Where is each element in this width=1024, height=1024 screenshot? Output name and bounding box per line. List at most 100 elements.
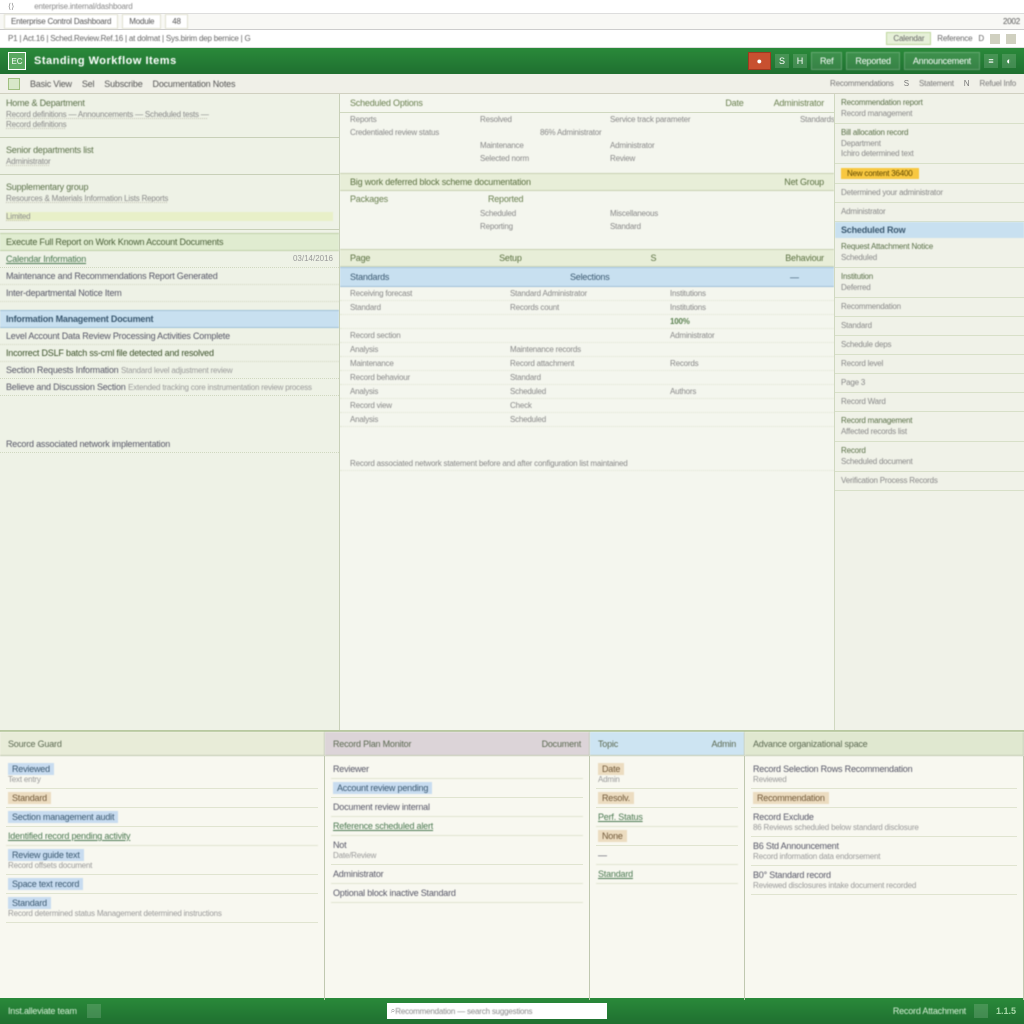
bg-row-link[interactable]: Identified record pending activity [6, 827, 318, 846]
bg-row[interactable]: B0° Standard recordReviewed disclosures … [751, 866, 1017, 895]
bg-row-link[interactable]: Reference scheduled alert [331, 817, 583, 836]
bg-row[interactable]: ReviewedText entry [6, 760, 318, 789]
bg-row[interactable]: — [596, 846, 738, 865]
footer-icon-2[interactable] [974, 1004, 988, 1018]
rp-item-label[interactable]: Record [841, 446, 1018, 455]
detail-row[interactable]: Analysis Scheduled [340, 413, 834, 427]
user-icon[interactable]: ◐ [1002, 54, 1016, 68]
footer-search-input[interactable]: ⌕ Recommendation — search suggestions [387, 1003, 607, 1019]
rp-item[interactable]: Record Ward [841, 397, 1018, 406]
address-bar[interactable]: enterprise.internal/dashboard [34, 2, 132, 11]
app-logo-icon[interactable]: EC [8, 52, 26, 70]
bg-row[interactable]: Recommendation [751, 789, 1017, 808]
col-head-date[interactable]: Date [725, 98, 743, 108]
browser-tab-3[interactable]: 48 [165, 14, 188, 29]
col-head[interactable]: Reported [488, 194, 523, 204]
col-head[interactable]: Standards [350, 272, 450, 282]
sidebar-supp-link[interactable]: Supplementary group [6, 182, 333, 192]
detail-row[interactable]: Analysis Scheduled Authors [340, 385, 834, 399]
sidebar-item[interactable]: Believe and Discussion Section Extended … [0, 379, 339, 396]
bg-row[interactable]: Standard [6, 789, 318, 808]
bg-row[interactable]: Review guide textRecord offsets document [6, 846, 318, 875]
rp-item[interactable]: Standard [841, 321, 1018, 330]
detail-row[interactable]: 100% [340, 315, 834, 329]
detail-row[interactable]: Analysis Maintenance records [340, 343, 834, 357]
rp-item[interactable]: Recommendation [841, 302, 1018, 311]
col-head[interactable]: Selections [570, 272, 670, 282]
toolbar-refuel[interactable]: Refuel Info [980, 79, 1017, 88]
browser-tab-1[interactable]: Enterprise Control Dashboard [4, 14, 118, 29]
square-icon-2[interactable] [1006, 34, 1016, 44]
bg-row[interactable]: Account review pending [331, 779, 583, 798]
bg-head-1[interactable]: Source Guard [0, 732, 325, 756]
footer-mid[interactable]: Record Attachment [893, 1006, 966, 1016]
square-icon[interactable] [990, 34, 1000, 44]
bg-row[interactable]: Record Selection Rows RecommendationRevi… [751, 760, 1017, 789]
rp-item[interactable]: Schedule deps [841, 340, 1018, 349]
detail-row[interactable]: Standard Records count Institutions [340, 301, 834, 315]
header-announce-button[interactable]: Announcement [904, 52, 980, 70]
rp-item-label[interactable]: Record management [841, 416, 1018, 425]
rp-item[interactable]: Page 3 [841, 378, 1018, 387]
bg-row[interactable]: Optional block inactive Standard [331, 884, 583, 903]
toolbar-sel[interactable]: Sel [82, 79, 94, 89]
bg-row[interactable]: Record Exclude86 Reviews scheduled below… [751, 808, 1017, 837]
bg-row[interactable]: Section management audit [6, 808, 318, 827]
toolbar-s[interactable]: S [904, 79, 909, 88]
bg-row-link[interactable]: Standard [596, 865, 738, 884]
detail-row[interactable]: Record behaviour Standard [340, 371, 834, 385]
detail-row[interactable]: Maintenance Record attachment Records [340, 357, 834, 371]
bg-row-link[interactable]: Perf. Status [596, 808, 738, 827]
sidebar-item-maint[interactable]: Maintenance and Recommendations Report G… [0, 268, 339, 285]
sidebar-item[interactable]: Record associated network implementation [0, 436, 339, 453]
calendar-button[interactable]: Calendar [886, 32, 931, 45]
menu-icon[interactable]: ≡ [984, 54, 998, 68]
rp-item-label[interactable]: Request Attachment Notice [841, 242, 1018, 251]
browser-tab-2[interactable]: Module [122, 14, 161, 29]
header-alert-button[interactable]: ● [748, 52, 771, 70]
header-icon-2[interactable]: H [793, 54, 807, 68]
sidebar-limited[interactable]: Limited [6, 212, 333, 221]
bg-row[interactable]: B6 Std AnnouncementRecord information da… [751, 837, 1017, 866]
bg-head-2[interactable]: Record Plan MonitorDocument [325, 732, 590, 756]
sidebar-item[interactable]: Level Account Data Review Processing Act… [0, 328, 339, 345]
toolbar-docs[interactable]: Documentation Notes [153, 79, 236, 89]
new-badge[interactable]: New content 36400 [841, 168, 919, 179]
subheader-d[interactable]: D [978, 34, 984, 43]
rp-item[interactable]: Verification Process Records [841, 476, 1018, 485]
toolbar-subscribe[interactable]: Subscribe [104, 79, 142, 89]
toolbar-n[interactable]: N [964, 79, 970, 88]
rp-item[interactable]: Record level [841, 359, 1018, 368]
bg-row[interactable]: Reviewer [331, 760, 583, 779]
rp-item-label[interactable]: Institution [841, 272, 1018, 281]
subheader-ref[interactable]: Reference [937, 34, 972, 43]
bg-row[interactable]: None [596, 827, 738, 846]
bg-row[interactable]: Administrator [331, 865, 583, 884]
footer-icon[interactable] [87, 1004, 101, 1018]
bg-row[interactable]: Document review internal [331, 798, 583, 817]
bg-head-4[interactable]: Advance organizational space [745, 732, 1024, 756]
bg-head-3[interactable]: TopicAdmin [590, 732, 745, 756]
header-icon-1[interactable]: S [775, 54, 789, 68]
bg-row[interactable]: Resolv. [596, 789, 738, 808]
bg-row[interactable]: StandardRecord determined status Managem… [6, 894, 318, 923]
sidebar-home-title[interactable]: Home & Department [6, 98, 333, 108]
header-ref-button[interactable]: Ref [811, 52, 842, 70]
toolbar-view[interactable]: Basic View [30, 79, 72, 89]
bg-row[interactable]: Space text record [6, 875, 318, 894]
detail-row[interactable]: Receiving forecast Standard Administrato… [340, 287, 834, 301]
header-reported-button[interactable]: Reported [846, 52, 899, 70]
document-icon[interactable] [8, 78, 20, 90]
col-head-admin[interactable]: Administrator [774, 98, 824, 108]
col-head[interactable]: — [790, 272, 834, 282]
col-head[interactable]: Packages [350, 194, 388, 204]
toolbar-rec[interactable]: Recommendations [830, 79, 894, 88]
detail-row[interactable]: Record section Administrator [340, 329, 834, 343]
bg-row[interactable]: NotDate/Review [331, 836, 583, 865]
toolbar-statement[interactable]: Statement [919, 79, 954, 88]
detail-row[interactable]: Record view Check [340, 399, 834, 413]
sidebar-item[interactable]: Incorrect DSLF batch ss-cml file detecte… [0, 345, 339, 362]
sidebar-item-notice[interactable]: Inter-departmental Notice Item [0, 285, 339, 302]
sidebar-item[interactable]: Section Requests Information Standard le… [0, 362, 339, 379]
bg-row[interactable]: DateAdmin [596, 760, 738, 789]
